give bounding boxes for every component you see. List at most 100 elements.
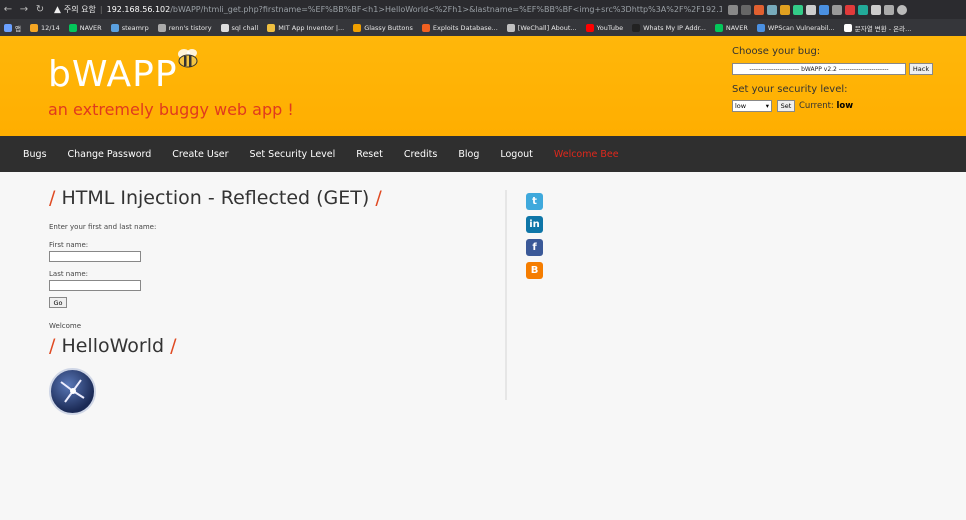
address-separator: | [99, 5, 103, 14]
reload-icon[interactable]: ↻ [32, 4, 48, 15]
puzzle-icon[interactable] [870, 4, 881, 15]
menu-item-reset[interactable]: Reset [356, 149, 383, 160]
bookmark-item[interactable]: YouTube [585, 23, 623, 32]
menu-item-blog[interactable]: Blog [458, 149, 479, 160]
extension-icon[interactable] [818, 4, 829, 15]
bookmarks-bar: 앱 12/14 NAVER steamrp renn's tistory sql chal… [0, 19, 966, 36]
chevron-down-icon: ▾ [765, 102, 769, 110]
extension-icon[interactable] [766, 4, 777, 15]
twitter-icon[interactable]: t [526, 193, 543, 210]
first-name-input[interactable] [49, 251, 141, 262]
site-header: bWAPP an extremely buggy web app ! Choos… [0, 36, 966, 136]
last-name-input[interactable] [49, 280, 141, 291]
bookmark-favicon-icon [220, 23, 229, 32]
bookmark-label: 12/14 [40, 23, 60, 32]
set-button[interactable]: Set [777, 100, 795, 112]
injected-image [49, 368, 96, 415]
back-icon[interactable]: ← [0, 4, 16, 15]
menu-item-create-user[interactable]: Create User [172, 149, 228, 160]
bookmark-item[interactable]: sql chall [220, 23, 259, 32]
bookmark-favicon-icon [68, 23, 77, 32]
bookmark-favicon-icon [157, 23, 166, 32]
main-content: / HTML Injection - Reflected (GET) / Ent… [0, 172, 966, 520]
welcome-text: Welcome [49, 322, 82, 330]
linkedin-icon[interactable]: in [526, 216, 543, 233]
bookmark-favicon-icon [506, 23, 515, 32]
injected-heading: / HelloWorld / [49, 335, 177, 357]
bookmark-label: NAVER [79, 23, 102, 32]
content-divider [505, 190, 507, 400]
browser-toolbar: ← → ↻ ▲ 주의 요함 | 192.168.56.102/bWAPP/htm… [0, 0, 966, 19]
bookmark-favicon-icon [714, 23, 723, 32]
bookmark-label: steamrp [121, 23, 149, 32]
bookmark-label: NAVER [725, 23, 748, 32]
share-icon[interactable] [727, 4, 738, 15]
menu-icon[interactable] [883, 4, 894, 15]
bookmark-favicon-icon [353, 23, 362, 32]
bookmark-item[interactable]: WPScan Vulnerabil... [756, 23, 835, 32]
bookmark-label: renn's tistory [168, 23, 212, 32]
bookmark-item[interactable]: Exploits Database... [421, 23, 498, 32]
url-field[interactable]: 192.168.56.102/bWAPP/htmli_get.php?first… [107, 5, 722, 14]
bookmark-label: MIT App Inventor |... [278, 23, 345, 32]
bookmark-label: Glassy Buttons [364, 23, 413, 32]
extension-icon[interactable] [779, 4, 790, 15]
forward-icon[interactable]: → [16, 4, 32, 15]
extension-icon[interactable] [857, 4, 868, 15]
current-value: low [836, 101, 854, 111]
site-tagline: an extremely buggy web app ! [48, 100, 294, 119]
extension-icon[interactable] [805, 4, 816, 15]
extension-icon[interactable] [831, 4, 842, 15]
bug-select[interactable]: ----------------------- bWAPP v2.2 -----… [732, 63, 906, 75]
avatar[interactable] [896, 4, 907, 15]
facebook-glyph: f [532, 242, 537, 253]
extension-icon[interactable] [792, 4, 803, 15]
title-slash-right: / [375, 187, 382, 209]
bookmark-item[interactable]: Whats My IP Addr... [632, 23, 706, 32]
facebook-icon[interactable]: f [526, 239, 543, 256]
bookmark-label: Whats My IP Addr... [643, 23, 706, 32]
url-path: /bWAPP/htmli_get.php?firstname=%EF%BB%BF… [170, 5, 722, 14]
warning-icon: ▲ [54, 4, 61, 15]
menu-item-change-password[interactable]: Change Password [68, 149, 152, 160]
bookmark-label: Exploits Database... [432, 23, 498, 32]
bookmark-item[interactable]: 12/14 [29, 23, 60, 32]
security-select-value: low [735, 102, 747, 110]
menu-item-logout[interactable]: Logout [500, 149, 533, 160]
go-button[interactable]: Go [49, 297, 67, 308]
bookmark-item[interactable]: MIT App Inventor |... [267, 23, 345, 32]
bee-icon [178, 49, 198, 68]
extension-icon[interactable] [753, 4, 764, 15]
bookmark-favicon-icon [843, 23, 852, 32]
hack-button[interactable]: Hack [909, 63, 933, 75]
heading-slash-left: / [49, 335, 56, 357]
intro-text: Enter your first and last name: [49, 223, 157, 231]
security-level-select[interactable]: low ▾ [732, 100, 772, 112]
security-indicator[interactable]: ▲ 주의 요함 [54, 4, 96, 15]
injected-heading-text: HelloWorld [61, 335, 165, 357]
menu-item-credits[interactable]: Credits [404, 149, 438, 160]
bookmark-item[interactable]: NAVER [714, 23, 748, 32]
star-icon[interactable] [740, 4, 751, 15]
bookmark-item[interactable]: 문자열 변환 - 온라... [843, 23, 911, 33]
bookmark-label: 앱 [15, 24, 21, 33]
bookmark-label: sql chall [231, 23, 259, 32]
bookmark-item[interactable]: steamrp [110, 23, 149, 32]
extension-icon[interactable] [844, 4, 855, 15]
bookmark-item[interactable]: renn's tistory [157, 23, 212, 32]
menu-item-set-security-level[interactable]: Set Security Level [250, 149, 336, 160]
wasp-icon [60, 379, 85, 403]
first-name-label: First name: [49, 241, 89, 249]
security-level-label: Set your security level: [732, 84, 848, 95]
url-host: 192.168.56.102 [106, 5, 171, 14]
bookmark-item[interactable]: [WeChall] About... [506, 23, 577, 32]
bookmark-item[interactable]: 앱 [4, 23, 21, 33]
current-level: Current: low [799, 101, 853, 111]
twitter-glyph: t [532, 196, 537, 207]
blogger-icon[interactable]: B [526, 262, 543, 279]
menu-item-bugs[interactable]: Bugs [23, 149, 47, 160]
bookmark-item[interactable]: Glassy Buttons [353, 23, 413, 32]
bookmark-item[interactable]: NAVER [68, 23, 102, 32]
extension-icons [727, 4, 907, 15]
site-logo[interactable]: bWAPP [48, 54, 178, 95]
